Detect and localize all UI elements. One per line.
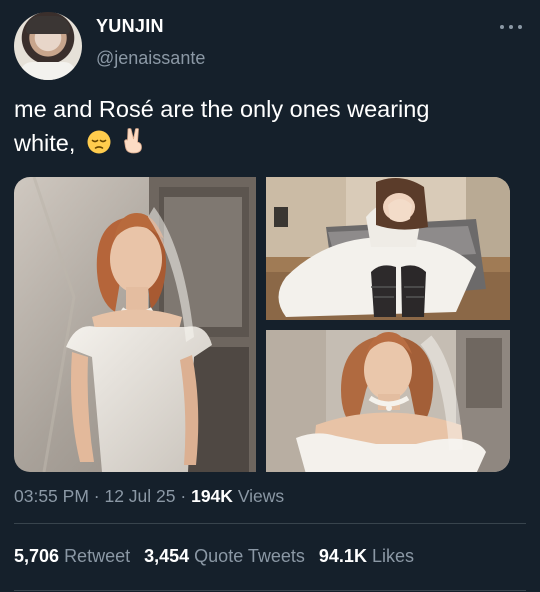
avatar-cap — [26, 16, 70, 34]
display-name[interactable]: YUNJIN — [96, 16, 164, 37]
views-label: Views — [237, 486, 285, 506]
quotes-label: Quote Tweets — [194, 546, 305, 566]
tweet-text: me and Rosé are the only ones wearing wh… — [14, 92, 526, 164]
views-count: 194K — [191, 486, 233, 506]
photo-2[interactable] — [266, 177, 510, 320]
user-handle[interactable]: @jenaissante — [96, 48, 205, 69]
meta-separator: · — [93, 486, 100, 506]
tweet-text-line-2: white, — [14, 130, 76, 156]
likes-stat[interactable]: 94.1K Likes — [319, 546, 414, 566]
quotes-count: 3,454 — [144, 546, 190, 566]
avatar[interactable] — [14, 12, 82, 80]
retweets-count: 5,706 — [14, 546, 60, 566]
photo-1[interactable] — [14, 177, 256, 472]
tweet-card: YUNJIN @jenaissante me and Rosé are the … — [0, 0, 540, 592]
photo-3[interactable] — [266, 330, 510, 472]
engagement-stats: 5,706 Retweet 3,454 Quote Tweets 94.1K Lik… — [14, 546, 414, 567]
pensive-face-icon — [86, 129, 112, 164]
tweet-meta: 03:55 PM · 12 Jul 25 · 194K Views — [14, 486, 284, 507]
quotes-stat[interactable]: 3,454 Quote Tweets — [144, 546, 305, 566]
victory-hand-icon — [122, 127, 146, 164]
likes-count: 94.1K — [318, 546, 367, 566]
retweets-stat[interactable]: 5,706 Retweet — [14, 546, 130, 566]
divider — [14, 523, 526, 524]
tweet-date[interactable]: 12 Jul 25 — [104, 486, 175, 506]
more-options-icon[interactable] — [500, 22, 522, 32]
media-grid — [14, 177, 510, 472]
divider — [14, 590, 526, 591]
likes-label: Likes — [371, 546, 414, 566]
avatar-shirt — [20, 62, 76, 80]
tweet-text-line-1: me and Rosé are the only ones wearing — [14, 96, 430, 122]
meta-separator: · — [180, 486, 187, 506]
tweet-time[interactable]: 03:55 PM — [14, 486, 89, 506]
retweets-label: Retweet — [64, 546, 131, 566]
